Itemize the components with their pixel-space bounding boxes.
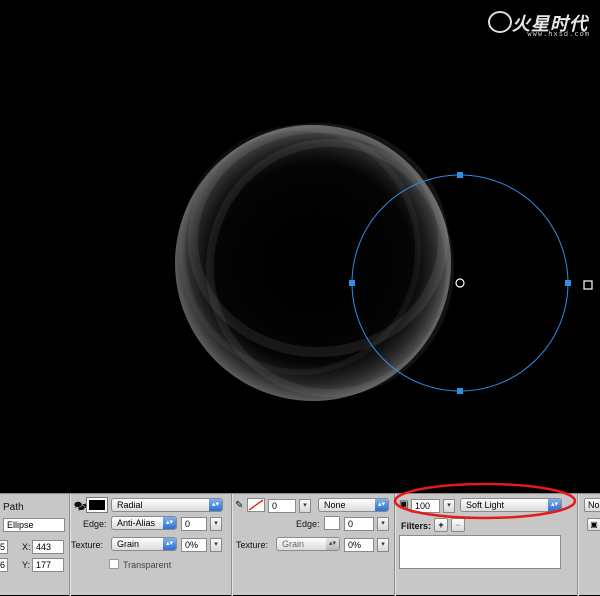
anchor-point-top[interactable]	[457, 172, 463, 178]
x-field[interactable]: 443	[32, 540, 64, 554]
document-canvas[interactable]: 火星时代 www.hxsd.com	[0, 0, 600, 493]
stroke-size-slider-arrow[interactable]: ▾	[299, 499, 311, 513]
right-panel-icon-button[interactable]: ▣	[587, 518, 600, 531]
fill-edge-label: Edge:	[83, 519, 107, 529]
gradient-center-handle[interactable]	[455, 278, 465, 288]
annotation-highlight-ellipse	[393, 482, 577, 520]
filters-list[interactable]	[399, 535, 561, 569]
watermark-logo: 火星时代 www.hxsd.com	[488, 8, 596, 38]
width-field[interactable]: 5	[0, 540, 8, 554]
stroke-edge-label: Edge:	[296, 519, 320, 529]
properties-panel: Path Ellipse 5 X: 443 6 Y: 177 🗫 Radial ▴…	[0, 482, 600, 596]
stroke-color-swatch[interactable]	[247, 498, 265, 512]
stroke-pencil-icon[interactable]: ✎	[235, 500, 243, 511]
x-label: X:	[22, 542, 31, 552]
anchor-point-bottom[interactable]	[457, 388, 463, 394]
height-field[interactable]: 6	[0, 558, 8, 572]
no-color-slash-icon	[248, 499, 264, 511]
gradient-end-handle[interactable]	[583, 280, 593, 290]
fill-texture-amount-slider-arrow[interactable]: ▾	[210, 538, 222, 552]
fill-texture-label: Texture:	[71, 540, 104, 550]
y-label: Y:	[22, 560, 31, 570]
object-type-label: Path	[3, 502, 24, 513]
watermark-url: www.hxsd.com	[527, 30, 590, 38]
canvas-artwork	[175, 123, 593, 401]
stroke-edge-amount-slider-arrow[interactable]: ▾	[377, 517, 389, 531]
anchor-point-right[interactable]	[565, 280, 571, 286]
fill-edge-dropdown[interactable]: Anti-Alias ▴▾	[111, 516, 177, 530]
logo-ring-icon	[488, 11, 512, 33]
divider	[231, 494, 233, 596]
y-field[interactable]: 177	[32, 558, 64, 572]
stroke-texture-label: Texture:	[236, 540, 269, 550]
stroke-texture-dropdown[interactable]: Grain ▴▾	[276, 537, 340, 551]
fill-color-swatch[interactable]	[86, 497, 108, 513]
fill-texture-dropdown[interactable]: Grain ▴▾	[111, 537, 177, 551]
bubble-shape[interactable]	[175, 123, 454, 401]
object-name-field[interactable]: Ellipse	[3, 518, 65, 532]
right-panel-button[interactable]: No	[584, 498, 600, 512]
fill-edge-amount-field[interactable]: 0	[181, 517, 207, 531]
filters-label: Filters:	[401, 521, 432, 531]
transparent-label: Transparent	[123, 560, 172, 570]
fill-texture-amount-field[interactable]: 0%	[181, 538, 207, 552]
stroke-edge-amount-field[interactable]: 0	[344, 517, 374, 531]
stroke-texture-amount-field[interactable]: 0%	[344, 538, 374, 552]
anchor-point-left[interactable]	[349, 280, 355, 286]
stroke-size-field[interactable]: 0	[268, 499, 296, 513]
stroke-type-dropdown[interactable]: None ▴▾	[318, 498, 389, 512]
stroke-texture-amount-slider-arrow[interactable]: ▾	[377, 538, 389, 552]
stroke-edge-preview[interactable]	[324, 516, 340, 530]
transparent-checkbox[interactable]	[109, 559, 119, 569]
fill-type-dropdown[interactable]: Radial ▴▾	[111, 498, 223, 512]
fill-edge-amount-slider-arrow[interactable]: ▾	[210, 517, 222, 531]
